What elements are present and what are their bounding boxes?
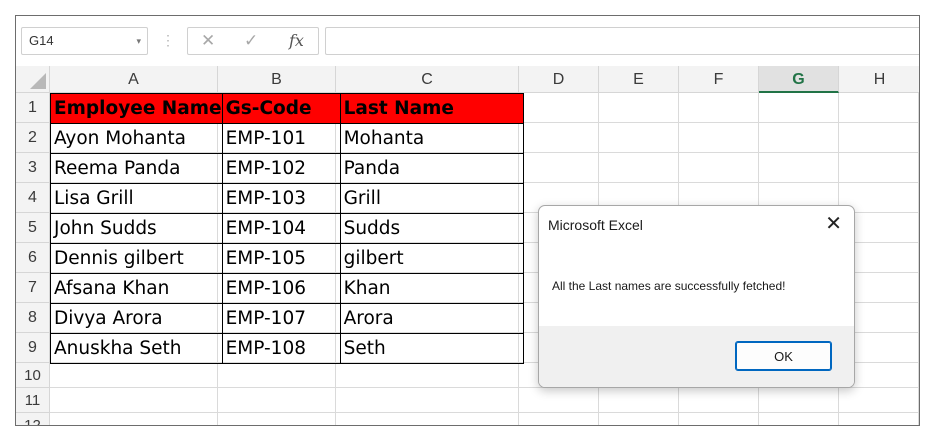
table-header-row: Employee Name Gs-Code Last Name <box>50 93 524 124</box>
row-header-11[interactable]: 11 <box>16 388 50 413</box>
cell-last-name[interactable]: Grill <box>339 183 524 214</box>
cell-employee-name[interactable]: Afsana Khan <box>50 273 223 304</box>
table-row: Anuskha Seth EMP-108 Seth <box>50 333 524 364</box>
cell-last-name[interactable]: gilbert <box>339 243 524 274</box>
row-header-2[interactable]: 2 <box>16 123 50 153</box>
cell-gs-code[interactable]: EMP-107 <box>221 303 341 334</box>
row-header-4[interactable]: 4 <box>16 183 50 213</box>
cancel-icon[interactable]: ✕ <box>201 31 215 51</box>
table-row: Afsana Khan EMP-106 Khan <box>50 273 524 304</box>
cell-last-name[interactable]: Arora <box>339 303 524 334</box>
row-header-5[interactable]: 5 <box>16 213 50 243</box>
column-header-c[interactable]: C <box>336 66 519 93</box>
cell-gs-code[interactable]: EMP-103 <box>221 183 341 214</box>
employee-table: Employee Name Gs-Code Last Name Ayon Moh… <box>50 93 524 364</box>
row-header-3[interactable]: 3 <box>16 153 50 183</box>
header-cell-gs-code[interactable]: Gs-Code <box>221 93 341 124</box>
cell-employee-name[interactable]: Lisa Grill <box>50 183 223 214</box>
cell-gs-code[interactable]: EMP-101 <box>221 123 341 154</box>
dialog-footer: OK <box>539 326 854 387</box>
column-header-b[interactable]: B <box>218 66 336 93</box>
insert-function-icon[interactable]: fx <box>289 31 304 51</box>
row-header-1[interactable]: 1 <box>16 93 50 123</box>
ok-button[interactable]: OK <box>735 341 832 371</box>
row-header-8[interactable]: 8 <box>16 303 50 333</box>
cell-gs-code[interactable]: EMP-106 <box>221 273 341 304</box>
table-row: Dennis gilbert EMP-105 gilbert <box>50 243 524 274</box>
column-header-g[interactable]: G <box>759 66 839 93</box>
header-cell-last-name[interactable]: Last Name <box>339 93 524 124</box>
table-row: Lisa Grill EMP-103 Grill <box>50 183 524 214</box>
cell-gs-code[interactable]: EMP-105 <box>221 243 341 274</box>
formula-input[interactable] <box>325 27 919 55</box>
select-all-button[interactable] <box>16 66 50 93</box>
row-header-12[interactable]: 12 <box>16 413 50 425</box>
formula-bar: G14 ▾ ⋮ ✕ ✓ fx <box>16 16 919 66</box>
formula-buttons: ✕ ✓ fx <box>187 27 319 55</box>
cell-gs-code[interactable]: EMP-108 <box>221 333 341 364</box>
column-header-h[interactable]: H <box>839 66 919 93</box>
cell-employee-name[interactable]: Divya Arora <box>50 303 223 334</box>
cell-employee-name[interactable]: Reema Panda <box>50 153 223 184</box>
check-icon[interactable]: ✓ <box>244 31 258 51</box>
table-row: Ayon Mohanta EMP-101 Mohanta <box>50 123 524 154</box>
name-box[interactable]: G14 ▾ <box>21 27 148 55</box>
row-header-7[interactable]: 7 <box>16 273 50 303</box>
row-header-10[interactable]: 10 <box>16 363 50 388</box>
header-cell-employee-name[interactable]: Employee Name <box>50 93 223 124</box>
cell-gs-code[interactable]: EMP-102 <box>221 153 341 184</box>
column-header-d[interactable]: D <box>519 66 599 93</box>
excel-window: G14 ▾ ⋮ ✕ ✓ fx A B C D E F G H 1 2 3 4 5… <box>15 15 920 426</box>
row-header-9[interactable]: 9 <box>16 333 50 363</box>
cell-employee-name[interactable]: Anuskha Seth <box>50 333 223 364</box>
cell-last-name[interactable]: Panda <box>339 153 524 184</box>
dialog-message: All the Last names are successfully fetc… <box>552 279 786 293</box>
table-row: Reema Panda EMP-102 Panda <box>50 153 524 184</box>
cell-employee-name[interactable]: Dennis gilbert <box>50 243 223 274</box>
row-header-6[interactable]: 6 <box>16 243 50 273</box>
cell-last-name[interactable]: Sudds <box>339 213 524 244</box>
column-header-e[interactable]: E <box>599 66 679 93</box>
table-row: John Sudds EMP-104 Sudds <box>50 213 524 244</box>
cell-last-name[interactable]: Mohanta <box>339 123 524 154</box>
cell-gs-code[interactable]: EMP-104 <box>221 213 341 244</box>
chevron-down-icon[interactable]: ▾ <box>136 28 141 54</box>
cell-last-name[interactable]: Seth <box>339 333 524 364</box>
message-dialog: Microsoft Excel ✕ All the Last names are… <box>538 205 855 388</box>
dialog-title: Microsoft Excel <box>548 217 643 233</box>
name-box-value: G14 <box>29 33 54 48</box>
close-icon[interactable]: ✕ <box>825 212 842 236</box>
select-all-icon <box>30 73 46 89</box>
cell-employee-name[interactable]: Ayon Mohanta <box>50 123 223 154</box>
cell-last-name[interactable]: Khan <box>339 273 524 304</box>
column-header-a[interactable]: A <box>50 66 218 93</box>
table-row: Divya Arora EMP-107 Arora <box>50 303 524 334</box>
cell-employee-name[interactable]: John Sudds <box>50 213 223 244</box>
column-header-f[interactable]: F <box>679 66 759 93</box>
grip-icon: ⋮ <box>161 32 175 48</box>
